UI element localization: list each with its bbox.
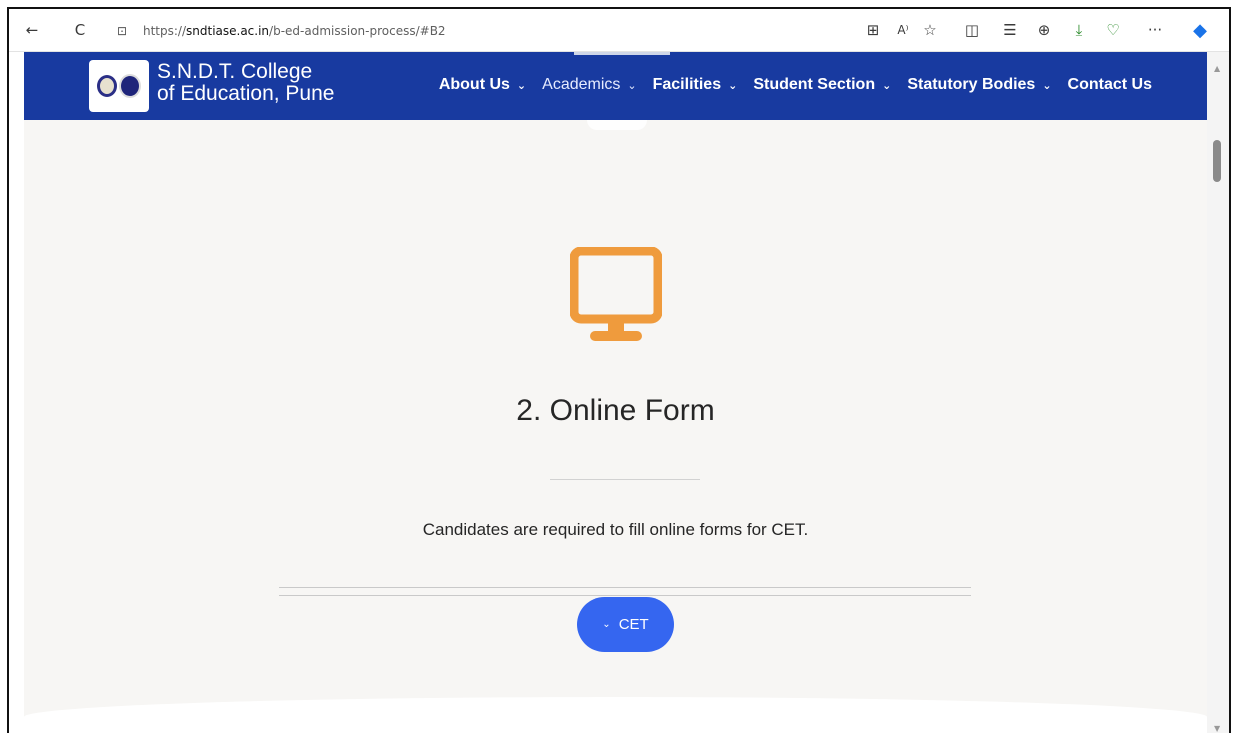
chevron-down-icon: ⌄ [602, 619, 611, 630]
brand-line1: S.N.D.T. College [157, 60, 313, 83]
read-aloud-icon[interactable]: A⁾ [892, 19, 914, 41]
scroll-down-arrow-icon[interactable]: ▼ [1214, 724, 1220, 733]
step-heading: 2. Online Form [516, 394, 715, 427]
url-text[interactable]: https://sndtiase.ac.in/b-ed-admission-pr… [143, 24, 446, 38]
more-icon[interactable]: ··· [1142, 19, 1168, 41]
cet-accordion-button[interactable]: ⌄ CET [577, 597, 674, 652]
brand-name[interactable]: S.N.D.T. College of Education, Pune [157, 61, 334, 105]
split-screen-icon[interactable]: ◫ [961, 19, 983, 41]
heading-divider [550, 479, 700, 480]
back-arrow-icon[interactable]: ← [21, 19, 43, 41]
downloads-icon[interactable]: ⤓ [1068, 19, 1090, 41]
chevron-down-icon: ⌄ [627, 78, 637, 92]
page-scrollbar[interactable]: ▲ ▼ [1207, 52, 1229, 733]
refresh-icon[interactable]: C [69, 19, 91, 41]
favorites-list-icon[interactable]: ☰ [999, 19, 1021, 41]
url-prefix: https:// [143, 24, 187, 38]
monitor-icon [570, 247, 662, 341]
nav-label: Statutory Bodies [907, 76, 1036, 93]
nav-academics[interactable]: Academics ⌄ [542, 76, 636, 94]
page-viewport: S.N.D.T. College of Education, Pune Abou… [24, 52, 1207, 733]
main-nav: About Us ⌄ Academics ⌄ Facilities ⌄ Student… [439, 76, 1152, 94]
site-header: S.N.D.T. College of Education, Pune Abou… [24, 52, 1207, 120]
nav-label: Student Section [753, 76, 876, 93]
accordion-divider [279, 587, 971, 588]
lock-icon[interactable]: ⊡ [117, 24, 133, 38]
browser-window: ← C ⊡ https://sndtiase.ac.in/b-ed-admiss… [7, 7, 1231, 733]
college-logo[interactable] [89, 60, 149, 112]
nav-label: Academics [542, 76, 621, 93]
nav-about-us[interactable]: About Us ⌄ [439, 76, 526, 94]
nav-label: Facilities [652, 76, 722, 93]
health-icon[interactable]: ♡ [1102, 19, 1124, 41]
brand-line2: of Education, Pune [157, 82, 335, 105]
scroll-up-arrow-icon[interactable]: ▲ [1214, 64, 1220, 73]
scroll-thumb[interactable] [1213, 140, 1221, 182]
nav-statutory-bodies[interactable]: Statutory Bodies ⌄ [907, 76, 1051, 94]
favorite-star-icon[interactable]: ☆ [919, 19, 941, 41]
nav-label: About Us [438, 76, 510, 93]
scroll-indicator [574, 52, 670, 55]
chevron-down-icon: ⌄ [516, 78, 527, 92]
chevron-down-icon: ⌄ [1042, 78, 1052, 92]
logo-emblem-icon [97, 75, 117, 97]
chevron-down-icon: ⌄ [882, 78, 892, 92]
accordion-divider [279, 595, 971, 596]
nav-facilities[interactable]: Facilities ⌄ [653, 76, 738, 94]
header-tab-shape [587, 120, 647, 130]
app-available-icon[interactable]: ⊞ [862, 19, 884, 41]
chevron-down-icon: ⌄ [728, 78, 738, 92]
url-host: sndtiase.ac.in [186, 24, 270, 38]
logo-portrait-icon [119, 74, 141, 98]
nav-contact-us[interactable]: Contact Us [1068, 76, 1152, 94]
url-path: /b-ed-admission-process/#B2 [269, 24, 446, 38]
cet-button-label: CET [618, 616, 649, 633]
nav-student-section[interactable]: Student Section ⌄ [753, 76, 891, 94]
collections-icon[interactable]: ⊕ [1033, 19, 1055, 41]
browser-toolbar: ← C ⊡ https://sndtiase.ac.in/b-ed-admiss… [9, 9, 1229, 52]
address-bar[interactable]: ⊡ https://sndtiase.ac.in/b-ed-admission-… [109, 17, 854, 45]
step-description: Candidates are required to fill online f… [422, 520, 809, 539]
copilot-icon[interactable]: ◆ [1189, 19, 1211, 41]
section-wave-divider [24, 697, 1207, 733]
nav-label: Contact Us [1067, 76, 1152, 93]
